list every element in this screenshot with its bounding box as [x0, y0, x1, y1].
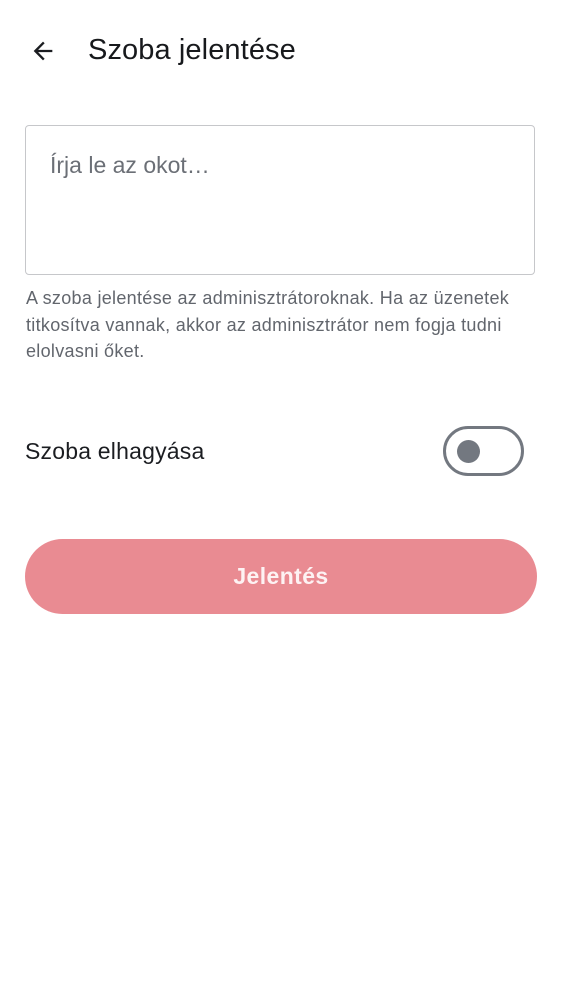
leave-room-toggle[interactable] [443, 426, 524, 476]
leave-room-label: Szoba elhagyása [25, 438, 205, 464]
top-app-bar: Szoba jelentése [0, 0, 562, 100]
back-button[interactable] [22, 30, 64, 72]
arrow-left-icon [33, 41, 53, 61]
leave-room-row[interactable]: Szoba elhagyása [25, 420, 537, 484]
toggle-thumb [457, 440, 480, 463]
reason-field[interactable] [25, 125, 535, 275]
helper-text: A szoba jelentése az adminisztrátoroknak… [26, 288, 510, 361]
report-button[interactable]: Jelentés [25, 539, 537, 614]
reason-input[interactable] [26, 126, 534, 274]
page-title: Szoba jelentése [88, 34, 296, 66]
